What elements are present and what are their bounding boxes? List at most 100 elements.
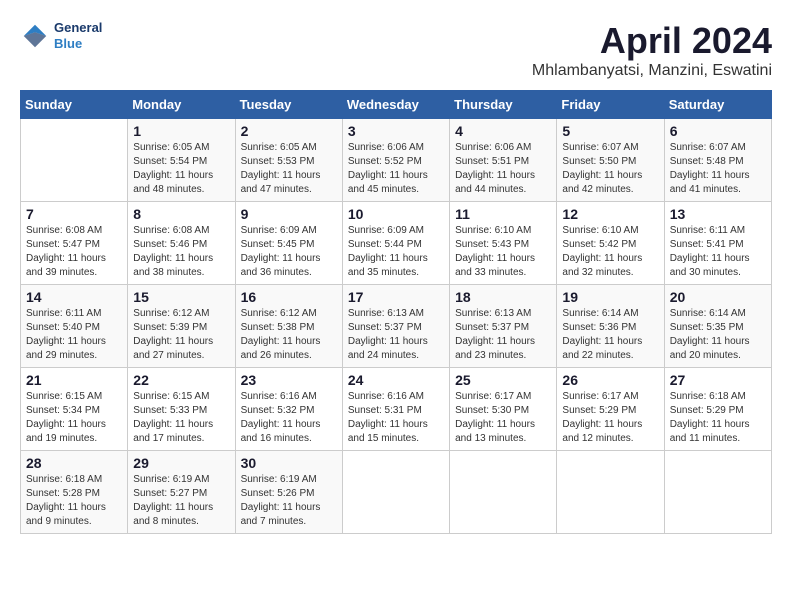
calendar-cell: 12 Sunrise: 6:10 AMSunset: 5:42 PMDayligh… [557, 202, 664, 285]
calendar-cell: 28 Sunrise: 6:18 AMSunset: 5:28 PMDayligh… [21, 451, 128, 534]
day-number: 7 [26, 206, 122, 222]
header-wednesday: Wednesday [342, 91, 449, 119]
week-row-4: 21Sunrise: 6:15 AMSunset: 5:34 PMDayligh… [21, 368, 772, 451]
logo-icon [20, 21, 50, 51]
week-row-3: 14 Sunrise: 6:11 AMSunset: 5:40 PMDayligh… [21, 285, 772, 368]
calendar-cell: 5Sunrise: 6:07 AMSunset: 5:50 PMDaylight… [557, 119, 664, 202]
calendar-cell [450, 451, 557, 534]
day-info: Sunrise: 6:10 AMSunset: 5:42 PMDaylight:… [562, 224, 658, 280]
header-sunday: Sunday [21, 91, 128, 119]
header-thursday: Thursday [450, 91, 557, 119]
day-info: Sunrise: 6:08 AMSunset: 5:46 PMDaylight:… [133, 224, 229, 280]
location: Mhlambanyatsi, Manzini, Eswatini [532, 62, 772, 80]
day-info: Sunrise: 6:10 AMSunset: 5:43 PMDaylight:… [455, 224, 551, 280]
calendar-cell: 16Sunrise: 6:12 AMSunset: 5:38 PMDayligh… [235, 285, 342, 368]
header-monday: Monday [128, 91, 235, 119]
day-info: Sunrise: 6:13 AMSunset: 5:37 PMDaylight:… [455, 307, 551, 363]
calendar-cell: 7 Sunrise: 6:08 AMSunset: 5:47 PMDaylight… [21, 202, 128, 285]
logo: General Blue [20, 20, 102, 51]
day-info: Sunrise: 6:12 AMSunset: 5:39 PMDaylight:… [133, 307, 229, 363]
day-info: Sunrise: 6:11 AMSunset: 5:40 PMDaylight:… [26, 307, 122, 363]
day-info: Sunrise: 6:07 AMSunset: 5:48 PMDaylight:… [670, 141, 766, 197]
calendar-cell: 30 Sunrise: 6:19 AMSunset: 5:26 PMDayligh… [235, 451, 342, 534]
day-info: Sunrise: 6:19 AMSunset: 5:27 PMDaylight:… [133, 473, 229, 529]
calendar-cell: 15 Sunrise: 6:12 AMSunset: 5:39 PMDayligh… [128, 285, 235, 368]
month-title: April 2024 [532, 20, 772, 62]
calendar-cell: 24Sunrise: 6:16 AMSunset: 5:31 PMDayligh… [342, 368, 449, 451]
day-number: 8 [133, 206, 229, 222]
week-row-2: 7 Sunrise: 6:08 AMSunset: 5:47 PMDaylight… [21, 202, 772, 285]
calendar-cell: 4Sunrise: 6:06 AMSunset: 5:51 PMDaylight… [450, 119, 557, 202]
calendar-cell: 2Sunrise: 6:05 AMSunset: 5:53 PMDaylight… [235, 119, 342, 202]
calendar-cell: 23 Sunrise: 6:16 AMSunset: 5:32 PMDayligh… [235, 368, 342, 451]
week-row-5: 28 Sunrise: 6:18 AMSunset: 5:28 PMDayligh… [21, 451, 772, 534]
day-number: 26 [562, 372, 658, 388]
day-info: Sunrise: 6:16 AMSunset: 5:32 PMDaylight:… [241, 390, 337, 446]
day-number: 9 [241, 206, 337, 222]
calendar-cell: 27 Sunrise: 6:18 AMSunset: 5:29 PMDayligh… [664, 368, 771, 451]
day-info: Sunrise: 6:15 AMSunset: 5:34 PMDaylight:… [26, 390, 122, 446]
calendar-cell: 11 Sunrise: 6:10 AMSunset: 5:43 PMDayligh… [450, 202, 557, 285]
calendar-cell: 3 Sunrise: 6:06 AMSunset: 5:52 PMDaylight… [342, 119, 449, 202]
calendar-cell: 18 Sunrise: 6:13 AMSunset: 5:37 PMDayligh… [450, 285, 557, 368]
day-number: 18 [455, 289, 551, 305]
calendar-cell: 25 Sunrise: 6:17 AMSunset: 5:30 PMDayligh… [450, 368, 557, 451]
calendar-cell [664, 451, 771, 534]
title-block: April 2024 Mhlambanyatsi, Manzini, Eswat… [532, 20, 772, 80]
day-info: Sunrise: 6:07 AMSunset: 5:50 PMDaylight:… [562, 141, 658, 197]
day-number: 25 [455, 372, 551, 388]
calendar-cell: 29 Sunrise: 6:19 AMSunset: 5:27 PMDayligh… [128, 451, 235, 534]
day-number: 10 [348, 206, 444, 222]
day-info: Sunrise: 6:05 AMSunset: 5:54 PMDaylight:… [133, 141, 229, 197]
weekday-header-row: SundayMondayTuesdayWednesdayThursdayFrid… [21, 91, 772, 119]
day-number: 11 [455, 206, 551, 222]
day-number: 29 [133, 455, 229, 471]
day-number: 19 [562, 289, 658, 305]
calendar-cell [342, 451, 449, 534]
day-info: Sunrise: 6:05 AMSunset: 5:53 PMDaylight:… [241, 141, 337, 197]
calendar-cell: 6 Sunrise: 6:07 AMSunset: 5:48 PMDaylight… [664, 119, 771, 202]
day-info: Sunrise: 6:18 AMSunset: 5:29 PMDaylight:… [670, 390, 766, 446]
calendar-cell: 26 Sunrise: 6:17 AMSunset: 5:29 PMDayligh… [557, 368, 664, 451]
day-info: Sunrise: 6:14 AMSunset: 5:36 PMDaylight:… [562, 307, 658, 363]
calendar-cell: 19 Sunrise: 6:14 AMSunset: 5:36 PMDayligh… [557, 285, 664, 368]
calendar-cell: 20 Sunrise: 6:14 AMSunset: 5:35 PMDayligh… [664, 285, 771, 368]
day-info: Sunrise: 6:09 AMSunset: 5:45 PMDaylight:… [241, 224, 337, 280]
day-number: 17 [348, 289, 444, 305]
day-number: 13 [670, 206, 766, 222]
day-number: 28 [26, 455, 122, 471]
day-number: 22 [133, 372, 229, 388]
page-header: General Blue April 2024 Mhlambanyatsi, M… [20, 20, 772, 80]
day-info: Sunrise: 6:17 AMSunset: 5:30 PMDaylight:… [455, 390, 551, 446]
day-info: Sunrise: 6:12 AMSunset: 5:38 PMDaylight:… [241, 307, 337, 363]
day-info: Sunrise: 6:17 AMSunset: 5:29 PMDaylight:… [562, 390, 658, 446]
day-info: Sunrise: 6:18 AMSunset: 5:28 PMDaylight:… [26, 473, 122, 529]
day-info: Sunrise: 6:15 AMSunset: 5:33 PMDaylight:… [133, 390, 229, 446]
calendar-cell [21, 119, 128, 202]
day-number: 30 [241, 455, 337, 471]
day-info: Sunrise: 6:06 AMSunset: 5:52 PMDaylight:… [348, 141, 444, 197]
day-number: 20 [670, 289, 766, 305]
day-number: 1 [133, 123, 229, 139]
day-info: Sunrise: 6:19 AMSunset: 5:26 PMDaylight:… [241, 473, 337, 529]
day-info: Sunrise: 6:09 AMSunset: 5:44 PMDaylight:… [348, 224, 444, 280]
day-number: 12 [562, 206, 658, 222]
day-info: Sunrise: 6:14 AMSunset: 5:35 PMDaylight:… [670, 307, 766, 363]
calendar-cell [557, 451, 664, 534]
day-number: 27 [670, 372, 766, 388]
calendar-cell: 21Sunrise: 6:15 AMSunset: 5:34 PMDayligh… [21, 368, 128, 451]
calendar-cell: 17Sunrise: 6:13 AMSunset: 5:37 PMDayligh… [342, 285, 449, 368]
day-number: 23 [241, 372, 337, 388]
day-number: 15 [133, 289, 229, 305]
calendar-cell: 13Sunrise: 6:11 AMSunset: 5:41 PMDayligh… [664, 202, 771, 285]
calendar-cell: 14 Sunrise: 6:11 AMSunset: 5:40 PMDayligh… [21, 285, 128, 368]
calendar-table: SundayMondayTuesdayWednesdayThursdayFrid… [20, 90, 772, 534]
day-number: 14 [26, 289, 122, 305]
day-number: 6 [670, 123, 766, 139]
day-number: 4 [455, 123, 551, 139]
week-row-1: 1 Sunrise: 6:05 AMSunset: 5:54 PMDaylight… [21, 119, 772, 202]
day-info: Sunrise: 6:08 AMSunset: 5:47 PMDaylight:… [26, 224, 122, 280]
day-number: 3 [348, 123, 444, 139]
calendar-cell: 10 Sunrise: 6:09 AMSunset: 5:44 PMDayligh… [342, 202, 449, 285]
calendar-cell: 1 Sunrise: 6:05 AMSunset: 5:54 PMDaylight… [128, 119, 235, 202]
